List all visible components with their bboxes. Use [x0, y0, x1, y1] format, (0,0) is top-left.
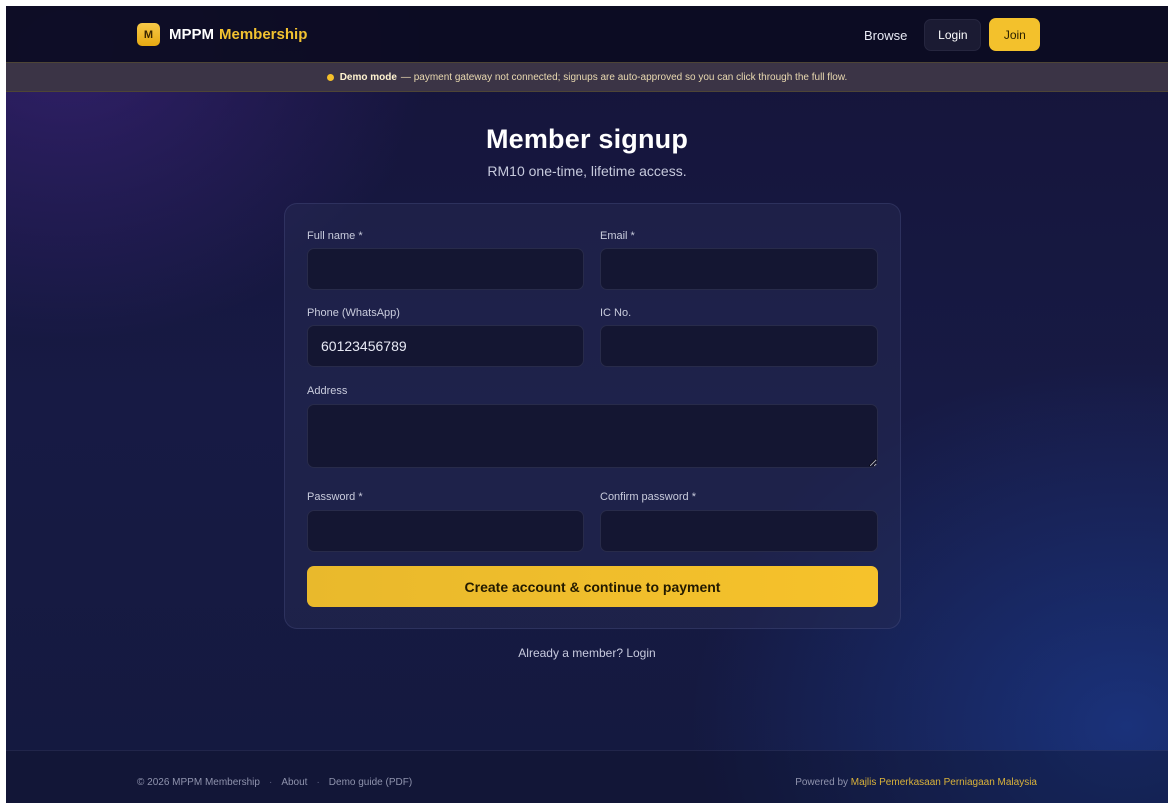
footer-separator: · — [268, 777, 273, 788]
confirm-password-label: Confirm password * — [600, 491, 696, 503]
phone-label: Phone (WhatsApp) — [307, 307, 400, 319]
page-subtitle: RM10 one-time, lifetime access. — [487, 163, 687, 179]
demo-mode-banner: Demo mode — payment gateway not connecte… — [6, 62, 1168, 92]
confirm-password-input[interactable] — [600, 510, 878, 552]
password-input[interactable] — [307, 510, 584, 552]
top-navbar: M MPPM Membership Browse Login Join — [6, 6, 1168, 62]
nav-actions: Browse Login Join — [864, 18, 1041, 51]
footer-demo-guide-link[interactable]: Demo guide (PDF) — [329, 777, 412, 788]
banner-strong: Demo mode — [339, 71, 397, 83]
phone-input[interactable] — [307, 325, 584, 367]
footer-separator: · — [316, 777, 320, 788]
address-textarea[interactable] — [307, 404, 878, 468]
page-heading: Member signup RM10 one-time, lifetime ac… — [6, 124, 1168, 179]
nav-join-button[interactable]: Join — [989, 18, 1041, 51]
signup-form-card: Full name * Email * Phone (WhatsApp) IC … — [284, 203, 901, 629]
footer-left: © 2026 MPPM Membership · About · Demo gu… — [137, 777, 412, 788]
page-title: Member signup — [485, 124, 689, 154]
footer: © 2026 MPPM Membership · About · Demo gu… — [6, 750, 1168, 803]
ic-no-input[interactable] — [600, 325, 878, 367]
footer-about-link[interactable]: About — [281, 777, 307, 788]
app-window: M MPPM Membership Browse Login Join Demo… — [6, 6, 1168, 803]
brand-logo-icon: M — [137, 23, 160, 46]
address-label: Address — [307, 385, 348, 397]
full-name-input[interactable] — [307, 248, 584, 290]
banner-text: — payment gateway not connected; signups… — [400, 71, 848, 83]
full-name-label: Full name * — [307, 230, 363, 242]
organization-link[interactable]: Majlis Pemerkasaan Perniagaan Malaysia — [851, 777, 1037, 788]
already-member-login-link[interactable]: Already a member? Login — [6, 646, 1168, 660]
nav-browse-link[interactable]: Browse — [864, 28, 907, 43]
status-dot-icon — [326, 73, 334, 81]
create-account-button[interactable]: Create account & continue to payment — [307, 566, 878, 607]
powered-by-text: Powered by — [795, 777, 849, 788]
brand-link[interactable]: M MPPM Membership — [137, 23, 307, 46]
brand-name: MPPM — [169, 26, 214, 43]
brand-accent: Membership — [219, 26, 308, 43]
footer-copyright: © 2026 MPPM Membership — [137, 777, 260, 788]
footer-powered-by: Powered by Majlis Pemerkasaan Perniagaan… — [795, 777, 1037, 788]
password-label: Password * — [307, 491, 363, 503]
email-input[interactable] — [600, 248, 878, 290]
nav-login-button[interactable]: Login — [924, 18, 982, 51]
ic-no-label: IC No. — [600, 307, 632, 319]
email-label: Email * — [600, 230, 635, 242]
